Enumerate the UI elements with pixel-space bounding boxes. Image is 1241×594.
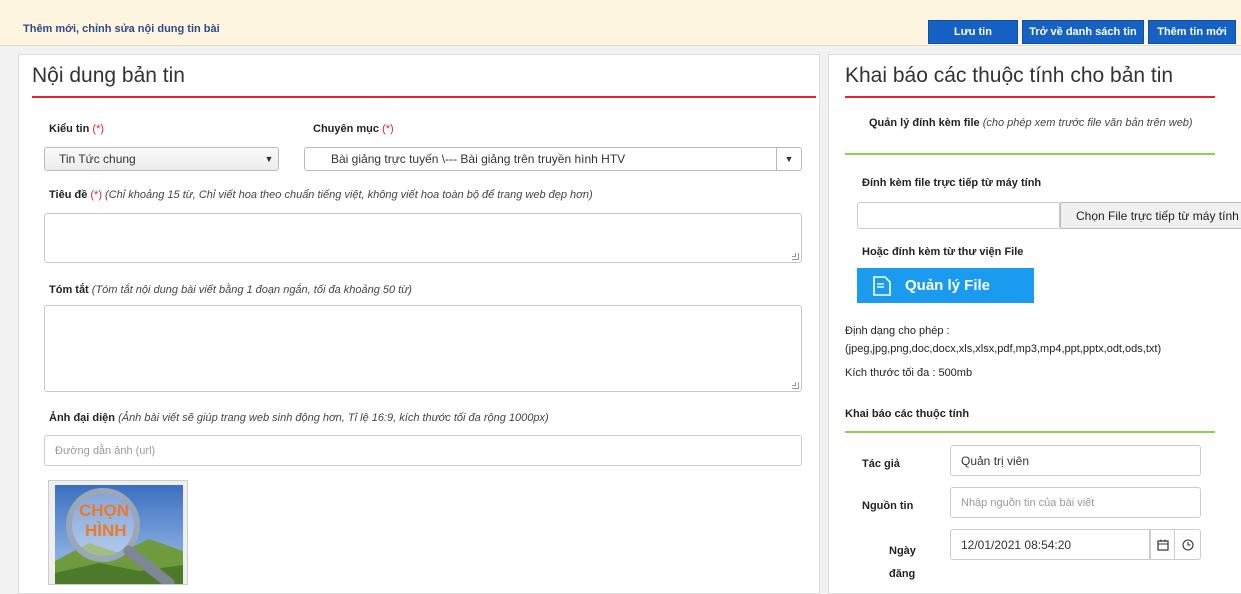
max-size-text: Kích thước tối đa : 500mb [845, 367, 973, 379]
category-select[interactable]: Bài giảng trực tuyến \--- Bài giảng trên… [304, 147, 802, 171]
avatar-label-text: Ảnh đại diện [49, 412, 115, 424]
page-title: Thêm mới, chỉnh sửa nội dung tin bài [23, 23, 220, 35]
properties-heading: Khai báo các thuộc tính cho bản tin [845, 64, 1174, 87]
summary-textarea[interactable] [44, 305, 802, 392]
category-label: Chuyên mục (*) [313, 123, 394, 135]
summary-label-text: Tóm tắt [49, 284, 89, 296]
resize-grip-icon[interactable] [792, 382, 799, 389]
summary-hint: (Tóm tắt nội dung bài viết bằng 1 đoạn n… [91, 284, 412, 296]
title-label: Tiêu đề (*) (Chỉ khoảng 15 từ, Chỉ viết … [49, 189, 593, 201]
category-value: Bài giảng trực tuyến \--- Bài giảng trên… [331, 152, 626, 166]
resize-grip-icon[interactable] [792, 253, 799, 260]
file-manager-button[interactable]: Quản lý File [857, 268, 1034, 303]
content-heading-divider [32, 96, 816, 98]
source-label: Nguồn tin [862, 500, 914, 512]
formats-value: (jpeg,jpg,png,doc,docx,xls,xlsx,pdf,mp3,… [845, 343, 1162, 355]
avatar-hint: (Ảnh bài viết sẽ giúp trang web sinh độn… [118, 412, 549, 424]
thumb-text-line2: HÌNH [85, 521, 127, 540]
formats-label: Định dạng cho phép : [845, 325, 950, 337]
required-mark: (*) [90, 189, 102, 201]
attributes-section-divider [845, 431, 1215, 433]
attributes-title: Khai báo các thuộc tính [845, 408, 970, 420]
category-label-text: Chuyên mục [313, 123, 380, 135]
author-label: Tác giả [862, 458, 900, 470]
post-date-label-line1: Ngày [889, 545, 916, 557]
title-label-text: Tiêu đề [49, 189, 88, 201]
library-attach-label: Hoặc đính kèm từ thư viện File [862, 246, 1024, 258]
author-input[interactable]: Quản trị viên [950, 445, 1201, 476]
attach-section-divider [845, 153, 1215, 155]
clock-icon[interactable] [1174, 529, 1201, 560]
avatar-label: Ảnh đại diện (Ảnh bài viết sẽ giúp trang… [49, 412, 549, 424]
back-to-list-button[interactable]: Trở về danh sách tin [1022, 20, 1144, 44]
file-icon [873, 275, 891, 296]
required-mark: (*) [382, 123, 394, 135]
choose-file-button[interactable]: Chọn File trực tiếp từ máy tính [1060, 202, 1241, 229]
post-date-input[interactable]: 12/01/2021 08:54:20 [950, 529, 1150, 560]
add-new-button[interactable]: Thêm tin mới [1148, 20, 1236, 44]
save-button[interactable]: Lưu tin [928, 20, 1018, 44]
required-mark: (*) [92, 123, 105, 135]
title-hint: (Chỉ khoảng 15 từ, Chỉ viết hoa theo chu… [105, 189, 593, 201]
chevron-down-icon: ▼ [776, 148, 801, 170]
source-input[interactable]: Nhập nguồn tin của bài viết [950, 487, 1201, 518]
content-heading: Nội dung bản tin [32, 64, 185, 87]
attach-file-path-input[interactable] [857, 202, 1060, 229]
file-manager-label: Quản lý File [905, 277, 991, 294]
thumb-text-line1: CHỌN [79, 501, 130, 520]
news-type-select[interactable]: Tin Tức chung ▼ [44, 147, 279, 171]
attach-manage-hint: (cho phép xem trước file văn bản trên we… [982, 117, 1193, 129]
news-type-label-text: Kiểu tin [49, 123, 90, 135]
post-date-label-line2: đăng [889, 568, 916, 580]
calendar-icon[interactable] [1150, 529, 1174, 560]
choose-image-thumbnail[interactable]: CHỌN HÌNH [48, 480, 188, 585]
summary-label: Tóm tắt (Tóm tắt nội dung bài viết bằng … [49, 284, 412, 296]
direct-attach-label: Đính kèm file trực tiếp từ máy tính [862, 177, 1042, 189]
attach-manage-title: Quản lý đính kèm file (cho phép xem trướ… [869, 117, 1193, 129]
news-type-label: Kiểu tin (*) [49, 123, 104, 135]
news-type-value: Tin Tức chung [59, 152, 136, 166]
title-textarea[interactable] [44, 213, 802, 263]
attach-manage-title-text: Quản lý đính kèm file [869, 117, 980, 129]
avatar-url-input[interactable]: Đường dẫn ảnh (url) [44, 435, 802, 466]
properties-heading-divider [845, 96, 1215, 98]
chevron-down-icon: ▼ [264, 154, 274, 164]
